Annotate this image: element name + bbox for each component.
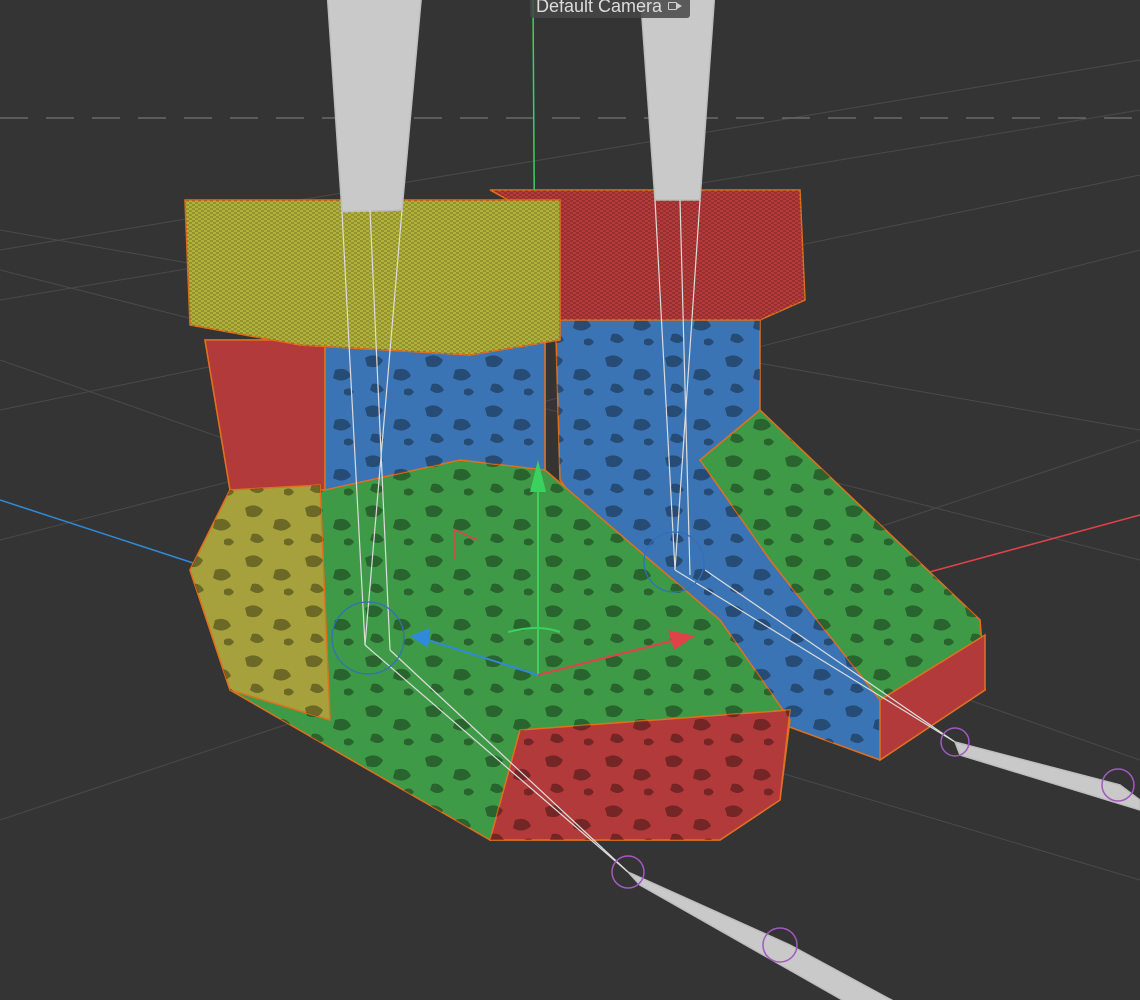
viewport-canvas[interactable] [0,0,1140,1000]
camera-label[interactable]: Default Camera [530,0,691,18]
camera-name: Default Camera [536,0,663,16]
camera-icon [668,0,683,12]
bone-toe-left[interactable] [627,871,910,1000]
3d-viewport[interactable]: Default Camera [0,0,1140,1000]
world-x-axis [899,514,1140,581]
bone-upper-right[interactable] [639,0,716,201]
bone-upper-left[interactable] [326,0,422,213]
